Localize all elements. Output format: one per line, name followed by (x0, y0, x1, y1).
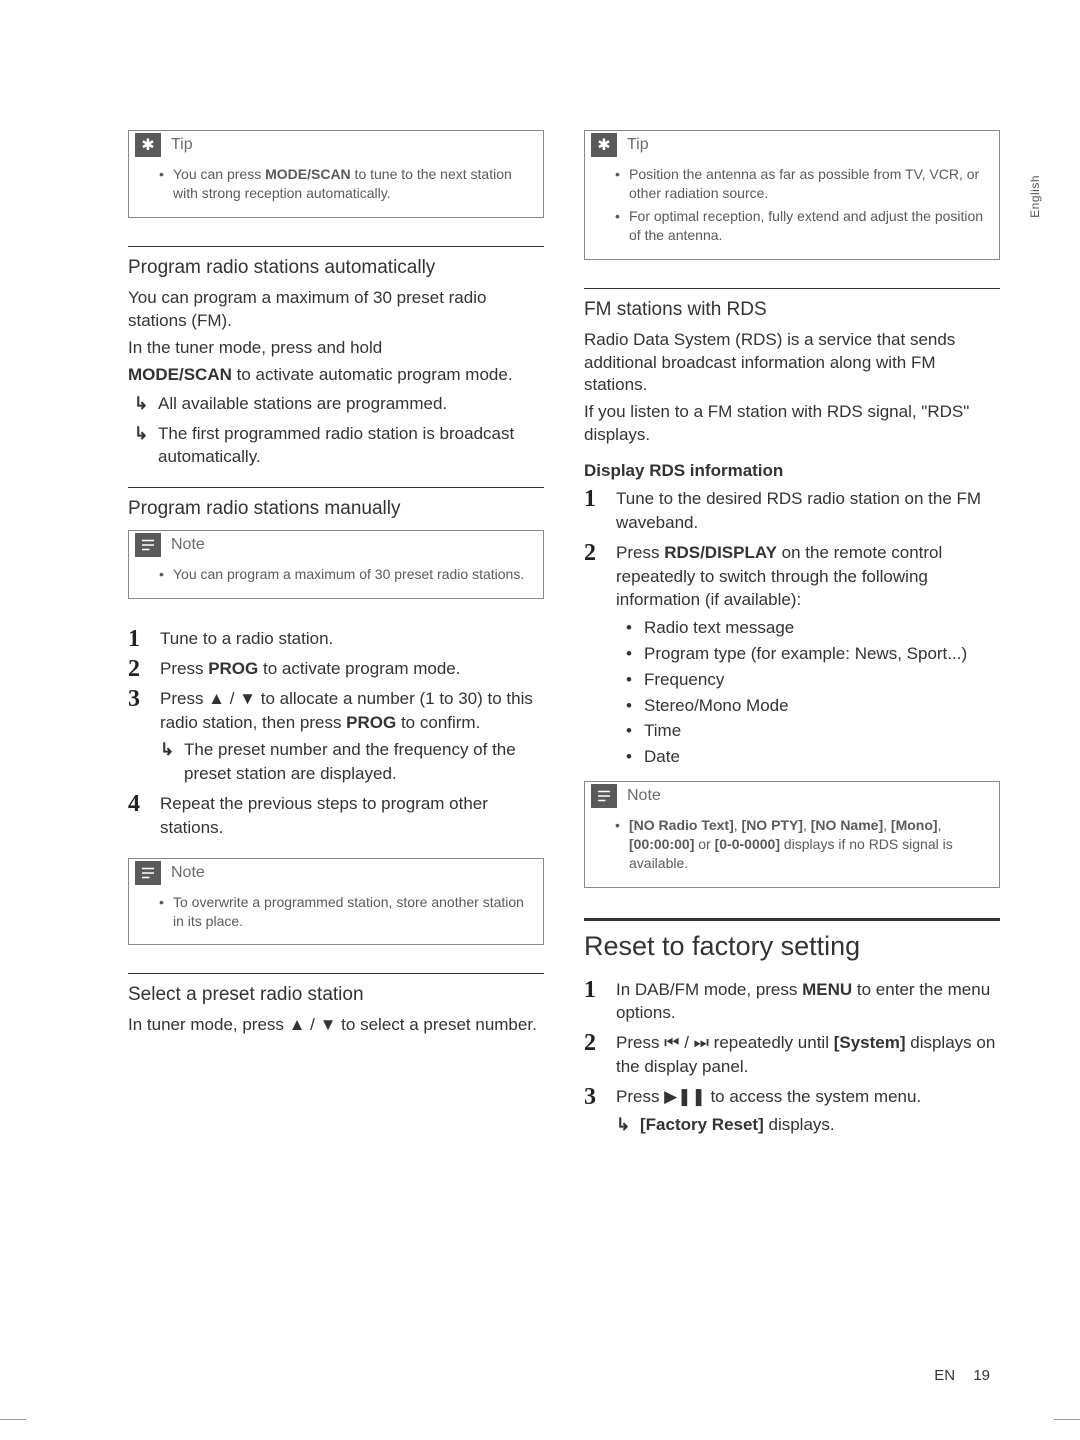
heading-factory-reset: Reset to factory setting (584, 931, 1000, 962)
steps-reset: In DAB/FM mode, press MENU to enter the … (584, 978, 1000, 1137)
page-content: ✱ Tip You can press MODE/SCAN to tune to… (0, 0, 1080, 1202)
body-text: If you listen to a FM station with RDS s… (584, 401, 1000, 447)
note-icon (591, 784, 617, 808)
result-list: All available stations are programmed. Th… (128, 393, 544, 470)
bullet-item: Time (626, 719, 1000, 743)
crop-mark (0, 1419, 26, 1420)
footer-page: 19 (973, 1367, 990, 1384)
result-item: [Factory Reset] displays. (616, 1113, 1000, 1137)
note-list: [NO Radio Text], [NO PTY], [NO Name], [M… (615, 816, 989, 873)
list-item: The first programmed radio station is br… (128, 423, 544, 469)
step-item: Press ▶❚❚ to access the system menu.[Fac… (584, 1085, 1000, 1137)
heading-auto-program: Program radio stations automatically (128, 257, 544, 279)
right-column: ✱ Tip Position the antenna as far as pos… (584, 130, 1000, 1142)
tip-box: ✱ Tip You can press MODE/SCAN to tune to… (128, 130, 544, 218)
note-label: Note (627, 787, 661, 805)
list-item: All available stations are programmed. (128, 393, 544, 416)
note-icon (135, 861, 161, 885)
footer-lang: EN (934, 1367, 955, 1384)
note-list: You can program a maximum of 30 preset r… (159, 565, 533, 584)
bullet-item: Date (626, 745, 1000, 769)
bullet-item: Frequency (626, 668, 1000, 692)
bullet-item: Program type (for example: News, Sport..… (626, 642, 1000, 666)
left-column: ✱ Tip You can press MODE/SCAN to tune to… (128, 130, 544, 1142)
note-box: Note To overwrite a programmed station, … (128, 858, 544, 946)
list-item: For optimal reception, fully extend and … (615, 207, 989, 245)
list-item: Position the antenna as far as possible … (615, 165, 989, 203)
body-text: MODE/SCAN to activate automatic program … (128, 364, 544, 387)
page-footer: EN 19 (934, 1367, 990, 1384)
subheading-rds-info: Display RDS information (584, 461, 1000, 481)
tip-list: You can press MODE/SCAN to tune to the n… (159, 165, 533, 203)
step-item: Press RDS/DISPLAY on the remote control … (584, 541, 1000, 769)
list-item: To overwrite a programmed station, store… (159, 893, 533, 931)
language-tab: English (1028, 175, 1042, 218)
step-item: Repeat the previous steps to program oth… (128, 792, 544, 840)
note-box: Note [NO Radio Text], [NO PTY], [NO Name… (584, 781, 1000, 888)
note-label: Note (171, 536, 205, 554)
list-item: You can press MODE/SCAN to tune to the n… (159, 165, 533, 203)
crop-mark (1054, 1419, 1080, 1420)
bullet-item: Stereo/Mono Mode (626, 694, 1000, 718)
step-item: Press ▲ / ▼ to allocate a number (1 to 3… (128, 687, 544, 786)
note-box: Note You can program a maximum of 30 pre… (128, 530, 544, 599)
tip-list: Position the antenna as far as possible … (615, 165, 989, 245)
result-item: The preset number and the frequency of t… (160, 738, 544, 786)
heading-fm-rds: FM stations with RDS (584, 299, 1000, 321)
heading-select-preset: Select a preset radio station (128, 984, 544, 1006)
step-item: Press ⏮ / ⏭ repeatedly until [System] di… (584, 1031, 1000, 1079)
note-label: Note (171, 864, 205, 882)
steps-rds: Tune to the desired RDS radio station on… (584, 487, 1000, 769)
list-item: You can program a maximum of 30 preset r… (159, 565, 533, 584)
list-item: [NO Radio Text], [NO PTY], [NO Name], [M… (615, 816, 989, 873)
step-item: Tune to a radio station. (128, 627, 544, 651)
note-list: To overwrite a programmed station, store… (159, 893, 533, 931)
tip-label: Tip (171, 136, 193, 154)
heading-manual-program: Program radio stations manually (128, 498, 544, 520)
steps-manual: Tune to a radio station. Press PROG to ac… (128, 627, 544, 839)
body-text: In tuner mode, press ▲ / ▼ to select a p… (128, 1014, 544, 1037)
body-text: In the tuner mode, press and hold (128, 337, 544, 360)
step-item: In DAB/FM mode, press MENU to enter the … (584, 978, 1000, 1026)
body-text: Radio Data System (RDS) is a service tha… (584, 329, 1000, 398)
body-text: You can program a maximum of 30 preset r… (128, 287, 544, 333)
step-item: Tune to the desired RDS radio station on… (584, 487, 1000, 535)
tip-label: Tip (627, 136, 649, 154)
tip-box: ✱ Tip Position the antenna as far as pos… (584, 130, 1000, 260)
asterisk-icon: ✱ (135, 133, 161, 157)
step-item: Press PROG to activate program mode. (128, 657, 544, 681)
bullet-item: Radio text message (626, 616, 1000, 640)
asterisk-icon: ✱ (591, 133, 617, 157)
note-icon (135, 533, 161, 557)
